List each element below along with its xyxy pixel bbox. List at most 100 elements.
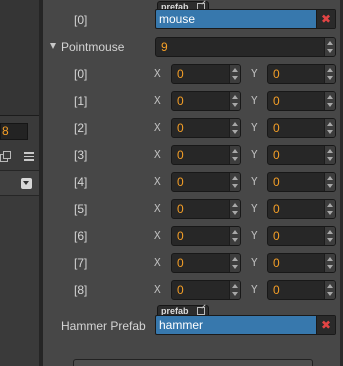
stepper-icon[interactable] xyxy=(324,200,335,218)
y-value: 0 xyxy=(273,283,280,297)
stepper-icon[interactable] xyxy=(229,200,240,218)
x-axis-label: X xyxy=(154,229,161,242)
stepper-icon[interactable] xyxy=(229,173,240,191)
x-axis-label: X xyxy=(154,67,161,80)
x-input[interactable]: 0 xyxy=(171,118,241,138)
x-axis-label: X xyxy=(154,121,161,134)
asset-field-mouse[interactable]: mouse ✖ xyxy=(155,9,336,29)
stepper-icon[interactable] xyxy=(324,119,335,137)
y-value: 0 xyxy=(273,67,280,81)
y-value: 0 xyxy=(273,148,280,162)
y-input[interactable]: 0 xyxy=(267,253,336,273)
open-external-icon[interactable] xyxy=(197,307,205,315)
hammer-prefab-label: Hammer Prefab xyxy=(61,319,146,333)
array-index-label: [6] xyxy=(74,229,88,243)
clear-icon[interactable]: ✖ xyxy=(316,10,335,28)
y-input[interactable]: 0 xyxy=(267,64,336,84)
x-input[interactable]: 0 xyxy=(171,226,241,246)
x-input[interactable]: 0 xyxy=(171,64,241,84)
stepper-icon[interactable] xyxy=(324,254,335,272)
array-index-label: [0] xyxy=(74,13,88,27)
stepper-icon[interactable] xyxy=(324,38,335,56)
stepper-icon[interactable] xyxy=(229,254,240,272)
dropdown-icon[interactable] xyxy=(21,178,32,189)
x-value: 0 xyxy=(177,283,184,297)
y-input[interactable]: 0 xyxy=(267,199,336,219)
y-axis-label: Y xyxy=(251,256,258,269)
y-value: 0 xyxy=(273,256,280,270)
x-axis-label: X xyxy=(154,283,161,296)
bottom-button[interactable] xyxy=(73,359,313,366)
stepper-icon[interactable] xyxy=(229,227,240,245)
x-input[interactable]: 0 xyxy=(171,253,241,273)
left-number-field[interactable]: 8 xyxy=(0,123,28,140)
left-toolbar xyxy=(0,147,39,167)
array-index-label: [5] xyxy=(74,202,88,216)
stepper-icon[interactable] xyxy=(324,281,335,299)
array-index-label: [7] xyxy=(74,256,88,270)
y-axis-label: Y xyxy=(251,175,258,188)
left-panel: 8 xyxy=(0,0,43,366)
size-value: 9 xyxy=(161,40,168,54)
y-axis-label: Y xyxy=(251,94,258,107)
stepper-icon[interactable] xyxy=(324,227,335,245)
x-value: 0 xyxy=(177,121,184,135)
stepper-icon[interactable] xyxy=(324,92,335,110)
stepper-icon[interactable] xyxy=(229,281,240,299)
left-panel-upper xyxy=(0,0,39,115)
y-value: 0 xyxy=(273,229,280,243)
y-axis-label: Y xyxy=(251,229,258,242)
stepper-icon[interactable] xyxy=(229,65,240,83)
x-value: 0 xyxy=(177,202,184,216)
stepper-icon[interactable] xyxy=(324,65,335,83)
y-input[interactable]: 0 xyxy=(267,226,336,246)
asset-field-value: mouse xyxy=(159,12,196,26)
x-input[interactable]: 0 xyxy=(171,280,241,300)
x-axis-label: X xyxy=(154,94,161,107)
y-value: 0 xyxy=(273,94,280,108)
x-axis-label: X xyxy=(154,256,161,269)
stepper-icon[interactable] xyxy=(229,119,240,137)
y-axis-label: Y xyxy=(251,202,258,215)
x-value: 0 xyxy=(177,67,184,81)
y-axis-label: Y xyxy=(251,148,258,161)
x-input[interactable]: 0 xyxy=(171,199,241,219)
x-value: 0 xyxy=(177,148,184,162)
array-index-label: [3] xyxy=(74,148,88,162)
y-input[interactable]: 0 xyxy=(267,91,336,111)
menu-icon[interactable] xyxy=(24,151,34,161)
stepper-icon[interactable] xyxy=(324,173,335,191)
stepper-icon[interactable] xyxy=(324,146,335,164)
x-axis-label: X xyxy=(154,148,161,161)
x-value: 0 xyxy=(177,229,184,243)
y-axis-label: Y xyxy=(251,121,258,134)
y-input[interactable]: 0 xyxy=(267,118,336,138)
y-axis-label: Y xyxy=(251,67,258,80)
asset-field-value: hammer xyxy=(159,318,204,332)
clear-icon[interactable]: ✖ xyxy=(316,316,335,334)
panel-splitter[interactable] xyxy=(39,0,43,366)
x-value: 0 xyxy=(177,175,184,189)
array-index-label: [8] xyxy=(74,283,88,297)
x-input[interactable]: 0 xyxy=(171,91,241,111)
y-value: 0 xyxy=(273,202,280,216)
x-value: 0 xyxy=(177,256,184,270)
x-axis-label: X xyxy=(154,175,161,188)
stepper-icon[interactable] xyxy=(229,92,240,110)
y-input[interactable]: 0 xyxy=(267,145,336,165)
y-axis-label: Y xyxy=(251,283,258,296)
x-input[interactable]: 0 xyxy=(171,172,241,192)
stepper-icon[interactable] xyxy=(229,146,240,164)
asset-field-hammer[interactable]: hammer ✖ xyxy=(155,315,336,335)
copy-icon[interactable] xyxy=(0,151,11,162)
y-input[interactable]: 0 xyxy=(267,172,336,192)
x-value: 0 xyxy=(177,94,184,108)
array-index-label: [1] xyxy=(74,94,88,108)
x-axis-label: X xyxy=(154,202,161,215)
x-input[interactable]: 0 xyxy=(171,145,241,165)
y-input[interactable]: 0 xyxy=(267,280,336,300)
array-index-label: [4] xyxy=(74,175,88,189)
collapse-arrow-icon[interactable] xyxy=(50,43,56,49)
left-dropdown-row xyxy=(0,170,39,196)
pointmouse-size-input[interactable]: 9 xyxy=(155,37,336,57)
